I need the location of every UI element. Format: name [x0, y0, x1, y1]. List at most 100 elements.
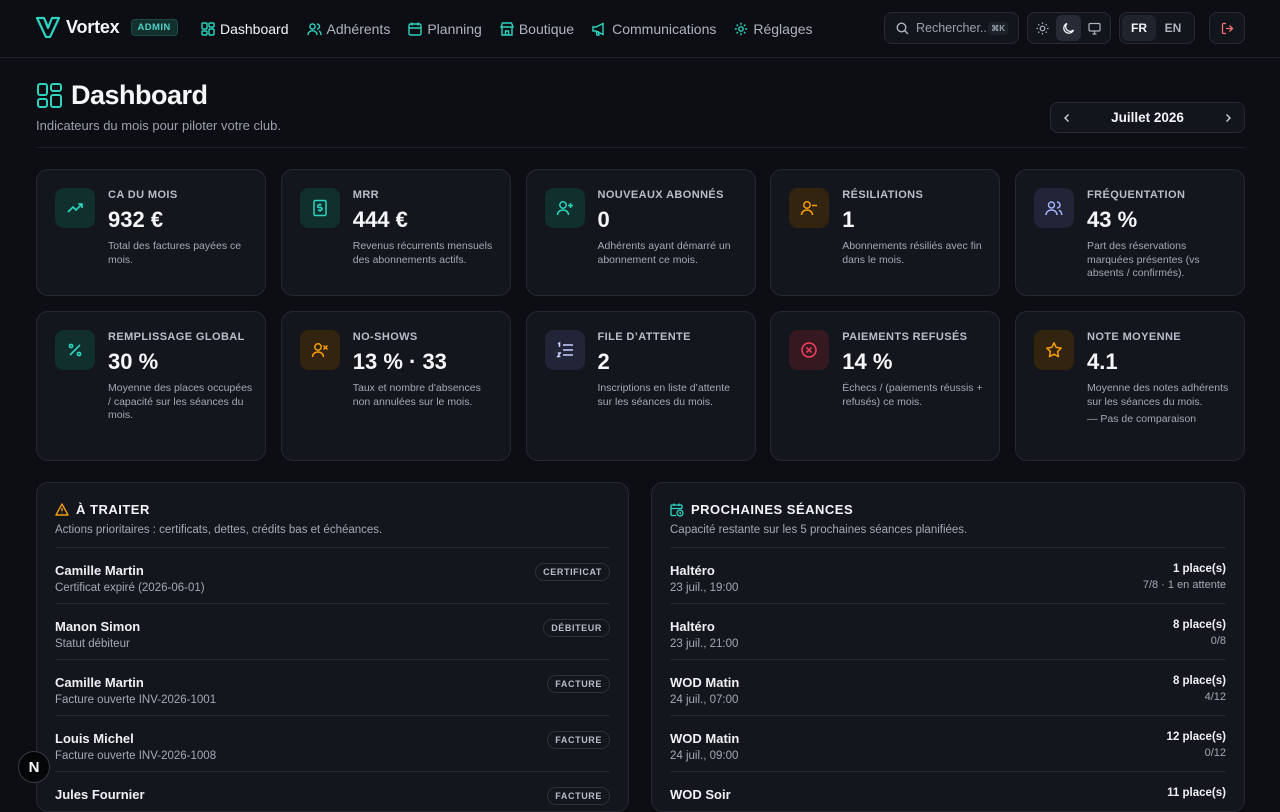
list-item[interactable]: Haltéro 23 juil., 21:00 8 place(s) 0/8	[670, 604, 1226, 660]
kpi-comparison: — Pas de comparaison	[1087, 413, 1197, 425]
list-item[interactable]: Manon Simon Statut débiteur DÉBITEUR	[55, 604, 610, 660]
theme-dark-button[interactable]	[1056, 15, 1081, 41]
kpi-label: NOUVEAUX ABONNÉS	[597, 189, 724, 201]
member-name: Manon Simon	[55, 619, 141, 634]
x-circle-icon	[789, 330, 830, 370]
nextjs-devtools-button[interactable]: N	[18, 751, 50, 783]
session-name: Haltéro	[670, 563, 715, 578]
nav-item-boutique[interactable]: Boutique	[499, 21, 574, 37]
kpi-value: 0	[597, 207, 610, 232]
star-icon	[1034, 330, 1074, 370]
session-date: 24 juil., 07:00	[670, 694, 739, 706]
session-occupancy: 0/8	[1210, 635, 1226, 647]
store-icon	[499, 21, 519, 36]
item-tag: FACTURE	[547, 731, 610, 749]
nav-label: Dashboard	[220, 20, 289, 37]
list-item[interactable]: WOD Soir 11 place(s)	[670, 772, 1226, 811]
logo[interactable]: Vortex ADMIN	[36, 16, 178, 38]
kpi-value: 444 €	[352, 207, 408, 232]
header-divider	[36, 147, 1245, 148]
list-item[interactable]: Jules Fournier FACTURE	[55, 772, 610, 811]
item-tag: FACTURE	[547, 675, 610, 693]
receipt-icon	[299, 188, 340, 228]
session-places: 1 place(s)	[1172, 563, 1226, 575]
kpi-card: REMPLISSAGE GLOBAL 30 % Moyenne des plac…	[36, 311, 266, 461]
kpi-value: 932 €	[108, 207, 164, 232]
search-shortcut: ⌘K	[988, 22, 1008, 35]
todo-list: Camille Martin Certificat expiré (2026-0…	[55, 547, 610, 811]
theme-light-button[interactable]	[1030, 15, 1055, 41]
kpi-value: 30 %	[108, 349, 159, 374]
logout-icon	[1221, 22, 1234, 35]
list-item[interactable]: WOD Matin 24 juil., 09:00 12 place(s) 0/…	[670, 716, 1226, 772]
session-name: WOD Matin	[670, 675, 740, 690]
list-ordered-icon	[544, 330, 585, 370]
session-date: 24 juil., 09:00	[670, 750, 739, 762]
session-occupancy: 0/12	[1204, 747, 1226, 759]
list-item[interactable]: Camille Martin Certificat expiré (2026-0…	[55, 548, 610, 604]
list-item[interactable]: WOD Matin 24 juil., 07:00 8 place(s) 4/1…	[670, 660, 1226, 716]
list-item[interactable]: Louis Michel Facture ouverte INV-2026-10…	[55, 716, 610, 772]
calendar-clock-icon	[670, 503, 684, 517]
nav-item-adherents[interactable]: Adhérents	[306, 21, 390, 37]
list-item[interactable]: Haltéro 23 juil., 19:00 1 place(s) 7/8 ·…	[670, 548, 1226, 604]
kpi-description: Échecs / (paiements réussis + refusés) c…	[842, 382, 983, 408]
kpi-label: MRR	[352, 189, 380, 201]
moon-icon	[1062, 22, 1075, 35]
megaphone-icon	[592, 21, 612, 36]
dashboard-icon	[36, 82, 63, 109]
chevron-right-icon[interactable]	[1223, 113, 1233, 123]
lang-fr-button[interactable]: FR	[1122, 15, 1156, 41]
kpi-label: FILE D’ATTENTE	[597, 331, 691, 343]
item-detail: Statut débiteur	[55, 638, 130, 650]
kpi-label: NOTE MOYENNE	[1087, 331, 1182, 343]
panel-title: PROCHAINES SÉANCES	[691, 502, 854, 517]
kpi-value: 14 %	[842, 349, 893, 374]
chevron-left-icon[interactable]	[1062, 113, 1072, 123]
nav-item-planning[interactable]: Planning	[408, 21, 482, 37]
list-item[interactable]: Camille Martin Facture ouverte INV-2026-…	[55, 660, 610, 716]
session-occupancy: 4/12	[1204, 691, 1226, 703]
kpi-value: 1	[842, 207, 855, 232]
kpi-label: NO-SHOWS	[352, 331, 418, 343]
month-label: Juillet 2026	[1111, 110, 1184, 125]
session-date: 23 juil., 19:00	[670, 582, 739, 594]
nav-item-communications[interactable]: Communications	[592, 21, 716, 37]
user-minus-icon	[789, 188, 830, 228]
item-tag: FACTURE	[547, 787, 610, 805]
users-icon	[306, 22, 327, 36]
search-icon	[896, 21, 909, 35]
kpi-card: NOUVEAUX ABONNÉS 0 Adhérents ayant démar…	[525, 169, 756, 296]
page-header: Dashboard Indicateurs du mois pour pilot…	[36, 80, 281, 133]
nav-item-reglages[interactable]: Réglages	[734, 21, 813, 37]
session-occupancy: 7/8 · 1 en attente	[1142, 579, 1226, 591]
top-bar: Vortex ADMIN Dashboard Adhérents Plannin…	[0, 0, 1280, 58]
kpi-card: FRÉQUENTATION 43 % Part des réservations…	[1015, 169, 1245, 296]
kpi-label: RÉSILIATIONS	[842, 189, 924, 201]
theme-system-button[interactable]	[1082, 15, 1107, 41]
kpi-description: Part des réservations marquées présentes…	[1087, 240, 1200, 279]
kpi-card: NOTE MOYENNE 4.1 Moyenne des notes adhér…	[1015, 311, 1245, 461]
kpi-value: 13 % · 33	[352, 349, 447, 374]
logout-button[interactable]	[1209, 12, 1245, 44]
trending-up-icon	[55, 188, 95, 228]
warning-icon	[55, 503, 69, 516]
lang-en-button[interactable]: EN	[1156, 15, 1190, 41]
member-name: Camille Martin	[55, 675, 144, 690]
session-places: 11 place(s)	[1167, 787, 1226, 799]
nav-item-dashboard[interactable]: Dashboard	[201, 21, 289, 37]
panel-subtitle: Actions prioritaires : certificats, dett…	[55, 524, 383, 536]
search-input[interactable]: Rechercher... ⌘K	[884, 12, 1019, 44]
vortex-logo-icon	[36, 16, 60, 38]
dashboard-icon	[201, 21, 220, 36]
main-nav: Dashboard Adhérents Planning Boutique Co…	[201, 0, 831, 57]
percent-icon	[55, 330, 95, 370]
nav-label: Communications	[612, 20, 717, 37]
nav-label: Planning	[427, 20, 482, 37]
todo-panel: À TRAITER Actions prioritaires : certifi…	[36, 482, 629, 812]
user-x-icon	[299, 330, 340, 370]
kpi-label: CA DU MOIS	[108, 189, 178, 201]
users-icon	[1034, 188, 1074, 228]
kpi-label: PAIEMENTS REFUSÉS	[842, 331, 968, 343]
kpi-description: Moyenne des places occupées / capacité s…	[108, 382, 253, 421]
